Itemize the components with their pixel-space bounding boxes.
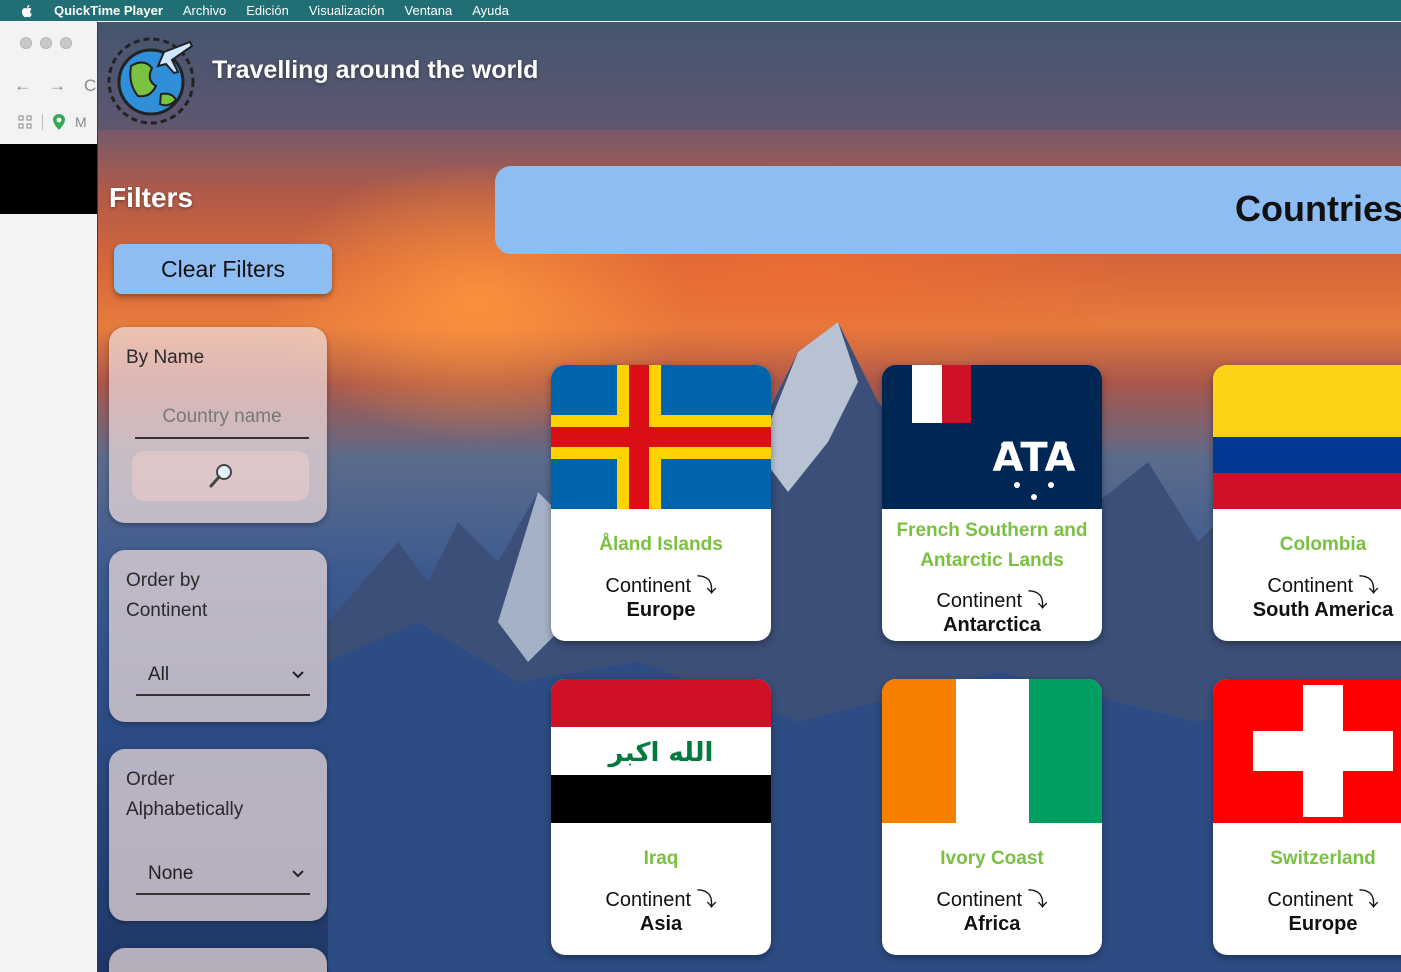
country-card-switzerland[interactable]: Switzerland Continent ⤵ Europe: [1213, 679, 1401, 955]
menu-archivo[interactable]: Archivo: [183, 3, 226, 18]
chevron-down-icon: [292, 870, 304, 878]
continent-value: South America: [1252, 599, 1394, 621]
apple-menu-icon[interactable]: [19, 3, 35, 19]
continent-value: Asia: [639, 913, 683, 935]
menu-visualizacion[interactable]: Visualización: [309, 3, 385, 18]
order-alphabetically-panel: Order Alphabetically None: [109, 749, 327, 921]
continent-value: Europe: [1288, 913, 1358, 935]
continent-label: Continent ⤵: [605, 575, 717, 597]
continent-select[interactable]: All: [136, 656, 310, 696]
country-name[interactable]: Åland Islands: [555, 530, 767, 560]
country-name[interactable]: Iraq: [555, 844, 767, 874]
country-name-line1[interactable]: French Southern and: [886, 516, 1098, 546]
divider: [42, 114, 43, 130]
continent-label: Continent ⤵: [936, 590, 1048, 612]
order-by-continent-panel: Order by Continent All: [109, 550, 327, 722]
country-name-input[interactable]: [135, 397, 309, 439]
order-continent-label-1: Order by: [126, 570, 200, 591]
bookmarks-bar: M: [18, 114, 87, 130]
continent-value: Africa: [963, 913, 1021, 935]
continent-value: Europe: [626, 599, 696, 621]
address-bar-partial[interactable]: C: [84, 76, 96, 96]
order-alpha-label-2: Alphabetically: [126, 799, 244, 820]
country-card-colombia[interactable]: Colombia Continent ⤵ South America: [1213, 365, 1401, 641]
svg-text:ATA: ATA: [993, 435, 1076, 481]
country-name[interactable]: Switzerland: [1217, 844, 1401, 874]
close-window-button[interactable]: [20, 37, 32, 49]
bookmark-partial[interactable]: M: [75, 114, 87, 130]
alphabetical-select[interactable]: None: [136, 855, 310, 895]
filters-heading: Filters: [109, 182, 194, 213]
menu-app-name[interactable]: QuickTime Player: [54, 3, 163, 18]
flag-french-southern-antarctic-lands: ATA: [882, 365, 1102, 509]
magnifier-icon: [209, 464, 232, 488]
countries-title: Countries: [1235, 188, 1401, 229]
menu-ayuda[interactable]: Ayuda: [472, 3, 509, 18]
country-card-ivory-coast[interactable]: Ivory Coast Continent ⤵ Africa: [882, 679, 1102, 955]
zoom-window-button[interactable]: [60, 37, 72, 49]
window-controls: [20, 37, 72, 49]
continent-label: Continent ⤵: [1267, 889, 1379, 911]
country-name-line2[interactable]: Antarctic Lands: [886, 546, 1098, 576]
country-name[interactable]: Colombia: [1217, 530, 1401, 560]
search-button[interactable]: [132, 451, 309, 501]
site-title: Travelling around the world: [212, 56, 539, 84]
countries-header-bar: Countries: [495, 166, 1401, 254]
flag-iraq: الله اكبر: [551, 679, 771, 823]
apps-grid-icon[interactable]: [18, 115, 32, 129]
continent-value: Antarctica: [943, 614, 1041, 636]
continent-label: Continent ⤵: [1267, 575, 1379, 597]
continent-select-value: All: [148, 664, 170, 685]
country-card-iraq[interactable]: الله اكبر Iraq Continent ⤵ Asia: [551, 679, 771, 955]
country-name[interactable]: Ivory Coast: [886, 844, 1098, 874]
continent-label: Continent ⤵: [605, 889, 717, 911]
flag-switzerland: [1213, 679, 1401, 823]
flag-colombia: [1213, 365, 1401, 509]
by-name-label: By Name: [126, 347, 205, 368]
flag-aland-islands: [551, 365, 771, 509]
browser-nav: ← → C: [14, 76, 96, 96]
flag-inscription: الله اكبر: [607, 738, 714, 768]
country-card-aland[interactable]: Åland Islands Continent ⤵ Europe: [551, 365, 771, 641]
flag-ivory-coast: [882, 679, 1102, 823]
order-continent-label-2: Continent: [126, 600, 208, 621]
menu-ventana[interactable]: Ventana: [405, 3, 453, 18]
order-alpha-label-1: Order: [126, 769, 175, 790]
chevron-down-icon: [292, 671, 304, 679]
globe-airplane-logo[interactable]: [106, 36, 196, 126]
menu-edicion[interactable]: Edición: [246, 3, 289, 18]
country-card-french-southern[interactable]: ATA French Southern and Antarctic Lands …: [882, 365, 1102, 641]
forward-arrow-icon[interactable]: →: [49, 76, 66, 96]
clear-filters-button[interactable]: Clear Filters: [114, 244, 332, 294]
quicktime-window: Travelling around the world Filters Clea…: [97, 22, 1401, 972]
filter-panel-partial: [109, 948, 327, 972]
alphabetical-select-value: None: [148, 863, 194, 884]
continent-label: Continent ⤵: [936, 889, 1048, 911]
back-arrow-icon[interactable]: ←: [14, 76, 31, 96]
menu-bar: QuickTime Player Archivo Edición Visuali…: [0, 0, 1401, 21]
maps-pin-icon[interactable]: [53, 114, 65, 130]
filter-by-name-panel: By Name: [109, 327, 327, 523]
minimize-window-button[interactable]: [40, 37, 52, 49]
